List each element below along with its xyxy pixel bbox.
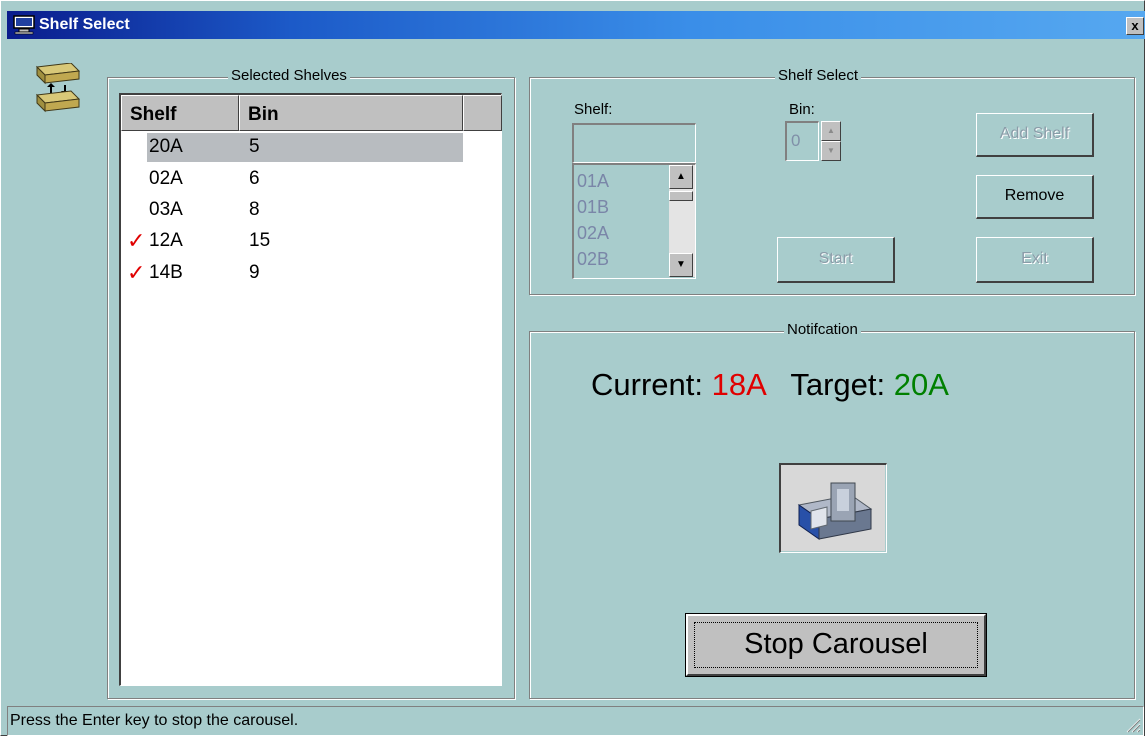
list-item[interactable]: 02A [577, 223, 609, 244]
row-bin: 5 [249, 136, 260, 157]
check-icon: ✓ [127, 228, 146, 253]
close-icon: x [1131, 18, 1139, 33]
row-bin: 6 [249, 168, 260, 189]
shelf-list-scrollbar[interactable]: ▲ ▼ [669, 165, 695, 277]
bin-spinner[interactable]: ▲ ▼ [821, 121, 841, 161]
scroll-thumb[interactable] [669, 191, 693, 201]
carousel-machine-image [779, 463, 887, 553]
current-label: Current: [591, 367, 703, 402]
check-icon: ✓ [127, 260, 146, 285]
row-bin: 9 [249, 262, 260, 283]
notification-status: Current: 18A Target: 20A [591, 367, 949, 403]
list-item[interactable]: 02B [577, 249, 609, 270]
selection-highlight [147, 133, 463, 162]
target-value: 20A [893, 367, 949, 402]
close-button[interactable]: x [1126, 17, 1144, 35]
row-shelf: 20A [149, 136, 183, 157]
list-header: Shelf Bin [121, 95, 502, 131]
status-bar: Press the Enter key to stop the carousel… [7, 706, 1144, 736]
focus-rectangle [694, 622, 978, 668]
remove-button[interactable]: Remove [976, 175, 1094, 219]
scroll-down-arrow-icon[interactable]: ▼ [669, 253, 693, 277]
carousel-machine-icon [781, 465, 885, 551]
exit-button[interactable]: Exit [976, 237, 1094, 283]
target-label: Target: [790, 367, 886, 402]
shelf-listbox[interactable]: 01A 01B 02A 02B ▲ ▼ [572, 163, 696, 279]
list-item[interactable]: 01A [577, 171, 609, 192]
selected-shelves-list[interactable]: Shelf Bin 20A 5 02A 6 03A 8 ✓ 12A 15 ✓ 1… [119, 93, 502, 686]
shelf-input[interactable] [572, 123, 696, 163]
row-shelf: 12A [149, 230, 183, 251]
row-bin: 8 [249, 199, 260, 220]
bin-label: Bin: [789, 101, 815, 118]
row-shelf: 14B [149, 262, 183, 283]
scroll-up-arrow-icon[interactable]: ▲ [669, 165, 693, 189]
title-bar[interactable]: Shelf Select x [7, 11, 1145, 39]
remove-label: Remove [1004, 187, 1065, 204]
notification-title: Notifcation [784, 321, 861, 338]
shelf-select-title: Shelf Select [775, 67, 862, 84]
exit-label: Exit [1021, 250, 1048, 267]
row-shelf: 02A [149, 168, 183, 189]
row-shelf: 03A [149, 199, 183, 220]
add-shelf-label: Add Shelf [999, 125, 1070, 142]
window-app-icon [13, 15, 35, 35]
spin-up-arrow-icon[interactable]: ▲ [821, 121, 841, 141]
column-header-empty[interactable] [463, 95, 502, 131]
column-header-shelf[interactable]: Shelf [121, 95, 239, 131]
status-text: Press the Enter key to stop the carousel… [10, 712, 299, 729]
shelf-label: Shelf: [574, 101, 613, 118]
table-row[interactable]: 03A 8 [121, 196, 481, 227]
main-window: Shelf Select x Selected Shelves Shelf Bi… [0, 0, 1145, 736]
selected-shelves-title: Selected Shelves [228, 67, 350, 84]
resize-grip-icon[interactable] [1123, 715, 1141, 733]
row-bin: 15 [249, 230, 271, 251]
add-shelf-button[interactable]: Add Shelf [976, 113, 1094, 157]
start-button[interactable]: Start [777, 237, 895, 283]
table-row[interactable]: 02A 6 [121, 165, 481, 196]
list-item[interactable]: 01B [577, 197, 609, 218]
table-row[interactable]: ✓ 12A 15 [121, 227, 481, 258]
current-value: 18A [711, 367, 766, 402]
bin-input[interactable]: 0 [785, 121, 819, 161]
stop-carousel-button[interactable]: Stop Carousel [685, 613, 987, 677]
start-label: Start [818, 250, 853, 267]
table-row[interactable]: 20A 5 [121, 133, 481, 164]
table-row[interactable]: ✓ 14B 9 [121, 259, 481, 290]
window-title: Shelf Select [39, 16, 130, 33]
spin-down-arrow-icon[interactable]: ▼ [821, 141, 841, 161]
shelf-carousel-icon [35, 63, 81, 113]
column-header-bin[interactable]: Bin [239, 95, 463, 131]
